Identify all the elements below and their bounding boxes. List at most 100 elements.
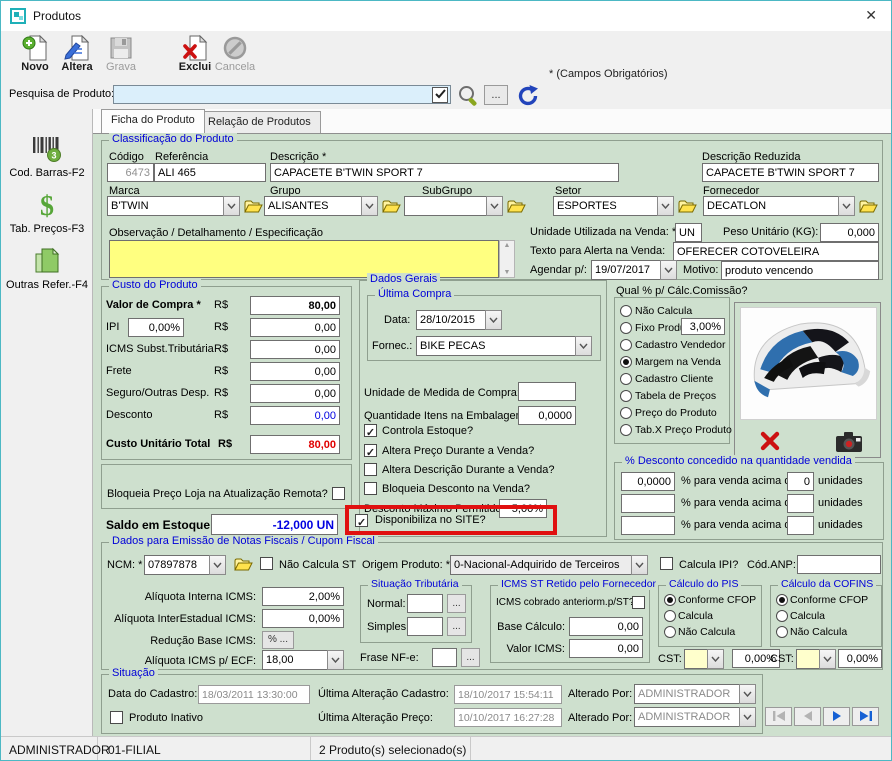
desconto-pct-field-1[interactable] [621,472,675,491]
icms-st-field[interactable] [250,340,340,359]
ipi-pct-field[interactable] [128,318,184,337]
pis-radio-nao-calcula[interactable] [664,626,676,638]
tab-ficha-do-produto[interactable]: Ficha do Produto [101,109,205,133]
observacao-scrollbar[interactable]: ▲▼ [499,240,515,278]
comissao-radio-preco-produto[interactable] [620,407,632,419]
subgrupo-value[interactable] [404,196,486,216]
tab-relacao-de-produtos[interactable]: Relação de Produtos [198,111,321,133]
chevron-down-icon[interactable] [707,649,724,669]
referencia-field[interactable] [154,163,266,182]
comissao-fixo-pct-field[interactable] [681,318,725,335]
desconto-pct-field-2[interactable] [621,494,675,513]
unidade-medida-field[interactable] [518,382,576,401]
disponibiliza-site-checkbox[interactable] [355,514,368,527]
setor-folder-icon[interactable] [678,199,697,213]
cofins-radio-conforme-cfop[interactable] [776,594,788,606]
chevron-down-icon[interactable] [819,649,836,669]
grupo-value[interactable] [264,196,361,216]
remove-image-icon[interactable] [759,431,781,456]
cod-anp-field[interactable] [797,555,881,574]
marca-folder-icon[interactable] [244,199,263,213]
comissao-radio-fixo-produto[interactable] [620,322,632,334]
grupo-folder-icon[interactable] [382,199,401,213]
ncm-folder-icon[interactable] [234,557,253,571]
aliq-ecf-combo[interactable] [262,650,344,670]
search-icon[interactable] [457,84,480,112]
ncm-combo[interactable] [144,555,226,575]
sit-normal-field[interactable] [407,594,443,613]
search-input[interactable] [114,89,432,101]
exclui-button[interactable]: Exclui [173,35,217,73]
comissao-radio-cadastro-cliente[interactable] [620,373,632,385]
desconto-qty-field-2[interactable] [787,494,814,513]
search-input-wrap[interactable] [113,85,451,104]
chevron-down-icon[interactable] [631,555,648,575]
chevron-down-icon[interactable] [486,196,503,216]
setor-combo[interactable] [553,196,674,216]
comissao-radio-cadastro-vendedor[interactable] [620,339,632,351]
sidebar-item-outras-refer[interactable]: Outras Refer.-F4 [1,247,93,291]
chevron-down-icon[interactable] [575,336,592,356]
desconto-qty-field-3[interactable] [787,516,814,535]
search-more-button[interactable]: ... [484,85,508,105]
aliq-interestadual-field[interactable] [262,609,344,628]
qtd-embalagem-field[interactable] [518,406,576,425]
reducao-base-button[interactable]: % ... [262,631,294,649]
cofins-pct-field[interactable] [838,649,882,668]
data-compra-combo[interactable] [416,310,502,330]
grupo-combo[interactable] [264,196,378,216]
controla-estoque-checkbox[interactable] [364,424,377,437]
cofins-radio-calcula[interactable] [776,610,788,622]
subgrupo-folder-icon[interactable] [507,199,526,213]
chevron-down-icon[interactable] [361,196,378,216]
fornecedor-combo[interactable] [703,196,855,216]
descricao-reduzida-field[interactable] [702,163,879,182]
chevron-down-icon[interactable] [660,260,677,280]
chevron-down-icon[interactable] [838,196,855,216]
pis-radio-conforme-cfop[interactable] [664,594,676,606]
desconto-field[interactable] [250,406,340,425]
cofins-cst-combo[interactable] [796,649,836,669]
agendar-date-combo[interactable] [591,260,677,280]
altera-preco-checkbox[interactable] [364,444,377,457]
chevron-down-icon[interactable] [657,196,674,216]
sit-normal-dots-button[interactable]: ... [447,594,466,613]
aliq-ecf-value[interactable] [262,650,327,670]
ipi-valor-field[interactable] [250,318,340,337]
novo-button[interactable]: Novo [13,35,57,73]
observacao-textarea[interactable] [109,240,499,278]
aliq-interna-field[interactable] [262,587,344,606]
seguro-field[interactable] [250,384,340,403]
produto-inativo-checkbox[interactable] [110,711,123,724]
bloqueio-checkbox[interactable] [332,487,345,500]
close-icon[interactable]: ✕ [865,7,877,24]
scroll-down-icon[interactable]: ▼ [504,269,511,276]
frase-nfe-field[interactable] [432,648,457,667]
desconto-pct-field-3[interactable] [621,516,675,535]
fornec-compra-combo[interactable] [416,336,592,356]
chevron-down-icon[interactable] [327,650,344,670]
marca-value[interactable] [107,196,223,216]
comissao-radio-tabx-preco[interactable] [620,424,632,436]
ncm-value[interactable] [144,555,209,575]
scroll-up-icon[interactable]: ▲ [504,242,511,249]
search-checkbox[interactable] [432,87,448,103]
unidade-venda-field[interactable] [675,223,702,242]
nav-next-button[interactable] [823,707,850,726]
cofins-cst-value[interactable] [796,649,819,669]
fornecedor-folder-icon[interactable] [859,199,878,213]
sit-simples-field[interactable] [407,617,443,636]
calcula-ipi-checkbox[interactable] [660,557,673,570]
valor-compra-field[interactable] [250,296,340,315]
setor-value[interactable] [553,196,657,216]
agendar-value[interactable] [591,260,660,280]
alerta-field[interactable] [673,242,879,261]
camera-icon[interactable] [835,431,863,458]
altera-descricao-checkbox[interactable] [364,463,377,476]
pis-cst-combo[interactable] [684,649,724,669]
base-calculo-field[interactable] [569,617,643,636]
fornec-compra-value[interactable] [416,336,575,356]
frete-field[interactable] [250,362,340,381]
origem-combo[interactable] [450,555,648,575]
icms-cobrado-checkbox[interactable] [632,596,645,609]
